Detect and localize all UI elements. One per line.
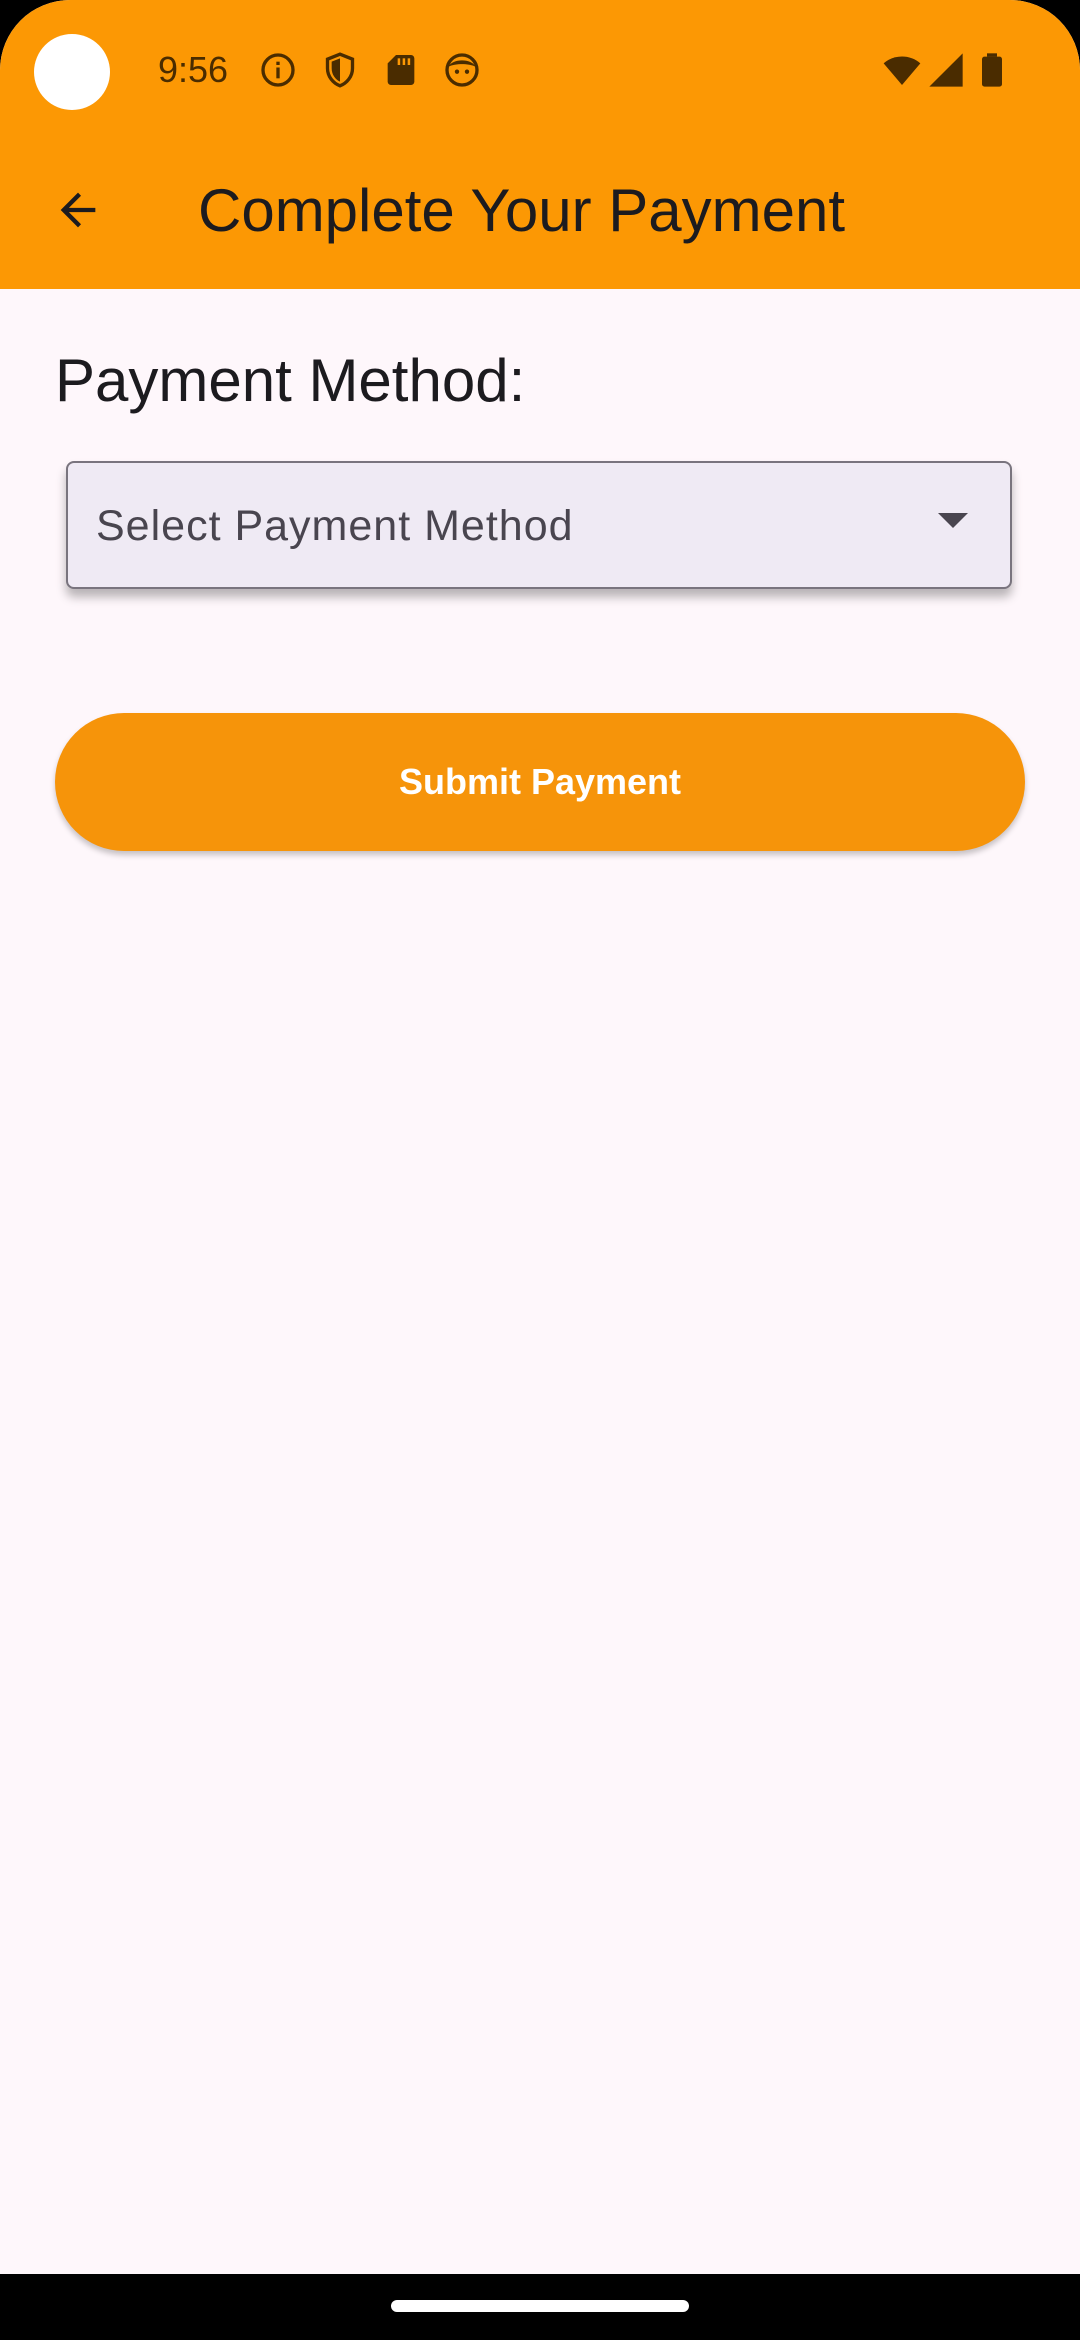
dropdown-arrow-icon <box>938 513 968 528</box>
shield-icon <box>320 50 360 90</box>
status-time: 9:56 <box>158 49 229 90</box>
app-bar: 9:56 Complete Your Payment <box>0 0 1080 289</box>
toolbar: Complete Your Payment <box>0 140 1080 289</box>
wifi-icon <box>882 50 922 90</box>
face-icon <box>442 50 482 90</box>
info-icon <box>258 50 298 90</box>
status-bar: 9:56 <box>0 0 1080 140</box>
sd-card-icon <box>381 50 421 90</box>
battery-icon <box>972 50 1012 90</box>
signal-icon <box>926 50 966 90</box>
arrow-back-icon <box>60 192 96 228</box>
submit-payment-label: Submit Payment <box>398 761 682 802</box>
submit-payment-button[interactable]: Submit Payment <box>55 713 1025 851</box>
app-screen: 9:56 Complete Your Payment Payment Metho… <box>0 0 1080 2340</box>
payment-method-dropdown[interactable]: Select Payment Method <box>66 461 1012 589</box>
dropdown-placeholder: Select Payment Method <box>96 502 574 550</box>
camera-cutout <box>34 34 110 110</box>
back-button[interactable] <box>40 172 116 248</box>
payment-method-label: Payment Method: <box>55 347 526 414</box>
page-title: Complete Your Payment <box>198 177 846 244</box>
home-indicator[interactable] <box>391 2300 689 2312</box>
